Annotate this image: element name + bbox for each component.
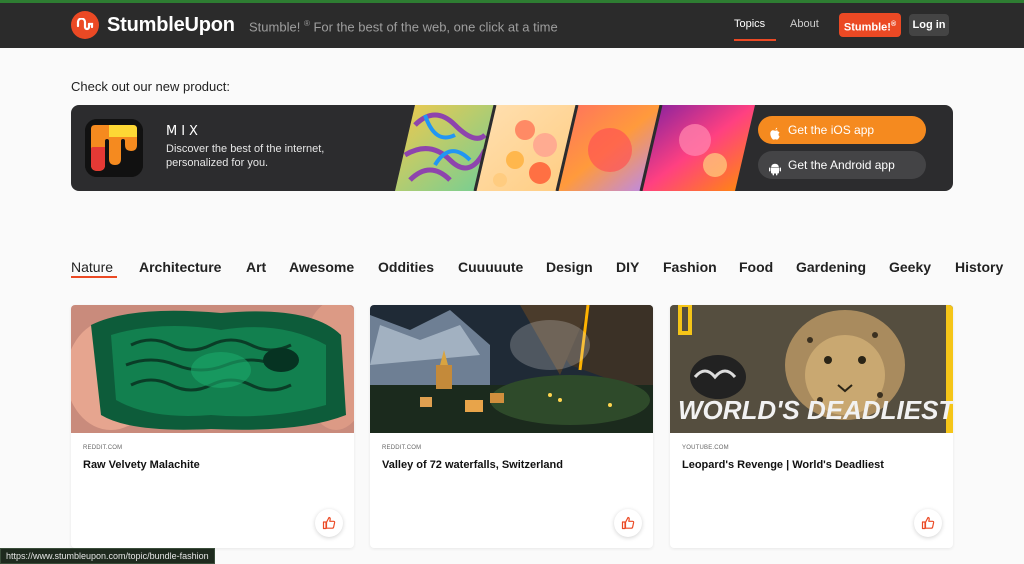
like-button[interactable]: [614, 509, 642, 537]
card-source: REDDIT.COM: [83, 445, 123, 451]
card-source: REDDIT.COM: [382, 445, 422, 451]
card-thumbnail-image: WORLD'S DEADLIEST: [670, 305, 953, 433]
tagline: Stumble! ® For the best of the web, one …: [249, 19, 558, 34]
tagline-rest: For the best of the web, one click at a …: [313, 19, 558, 35]
mix-product-name: MIX: [166, 124, 202, 139]
tab-food[interactable]: Food: [739, 259, 773, 275]
tab-art[interactable]: Art: [246, 259, 266, 275]
card-thumbnail-image: [370, 305, 653, 433]
active-tab-indicator: [71, 276, 117, 278]
promo-collage-image: [395, 105, 755, 191]
stumble-button-label: Stumble!: [843, 21, 891, 34]
mix-promo-banner: MIX Discover the best of the internet, p…: [71, 105, 953, 191]
mix-description: Discover the best of the internet, perso…: [166, 143, 325, 169]
tab-cuuuuute[interactable]: Cuuuuute: [458, 259, 523, 275]
site-header: StumbleUpon Stumble! ® For the best of t…: [0, 3, 1024, 48]
content-card[interactable]: WORLD'S DEADLIEST YOUTUBE.COM Leopard's …: [670, 305, 953, 548]
tab-history[interactable]: History: [955, 259, 1003, 275]
card-title[interactable]: Leopard's Revenge | World's Deadliest: [682, 459, 942, 471]
thumbs-up-icon: [921, 516, 935, 530]
card-thumbnail-image: [71, 305, 354, 433]
get-android-app-button[interactable]: Get the Android app: [758, 151, 926, 179]
tab-gardening[interactable]: Gardening: [796, 259, 866, 275]
tab-nature[interactable]: Nature: [71, 259, 113, 275]
apple-icon: [768, 123, 782, 140]
card-title[interactable]: Valley of 72 waterfalls, Switzerland: [382, 459, 642, 471]
nav-topics-link[interactable]: Topics: [734, 18, 765, 30]
promo-heading: Check out our new product:: [71, 79, 230, 94]
thumbs-up-icon: [322, 516, 336, 530]
card-title[interactable]: Raw Velvety Malachite: [83, 459, 343, 471]
android-button-label: Get the Android app: [788, 158, 895, 172]
tagline-prefix: Stumble!: [249, 19, 301, 35]
get-ios-app-button[interactable]: Get the iOS app: [758, 116, 926, 144]
tab-fashion[interactable]: Fashion: [663, 259, 717, 275]
like-button[interactable]: [315, 509, 343, 537]
stumble-button-mark: ®: [890, 21, 897, 28]
stumbleupon-logo-icon[interactable]: [71, 11, 99, 39]
tab-oddities[interactable]: Oddities: [378, 259, 434, 275]
logo-text[interactable]: StumbleUpon: [107, 14, 235, 37]
mix-app-logo-icon: [85, 119, 143, 177]
login-button[interactable]: Log in: [909, 14, 949, 36]
content-card[interactable]: REDDIT.COM Valley of 72 waterfalls, Swit…: [370, 305, 653, 548]
tab-design[interactable]: Design: [546, 259, 593, 275]
tab-architecture[interactable]: Architecture: [139, 259, 221, 275]
ios-button-label: Get the iOS app: [788, 123, 875, 137]
tab-geeky[interactable]: Geeky: [889, 259, 931, 275]
content-card[interactable]: REDDIT.COM Raw Velvety Malachite: [71, 305, 354, 548]
thumbs-up-icon: [621, 516, 635, 530]
tagline-registered-mark: ®: [303, 19, 310, 28]
browser-status-url: https://www.stumbleupon.com/topic/bundle…: [0, 548, 215, 564]
card-source: YOUTUBE.COM: [682, 445, 729, 451]
stumble-button[interactable]: Stumble!®: [839, 13, 901, 37]
thumbnail-overlay-text: WORLD'S DEADLIEST: [678, 395, 953, 425]
nav-topics-active-indicator: [734, 39, 776, 41]
nav-about-link[interactable]: About: [790, 18, 819, 30]
tab-diy[interactable]: DIY: [616, 259, 639, 275]
android-icon: [768, 158, 782, 176]
tab-awesome[interactable]: Awesome: [289, 259, 354, 275]
like-button[interactable]: [914, 509, 942, 537]
